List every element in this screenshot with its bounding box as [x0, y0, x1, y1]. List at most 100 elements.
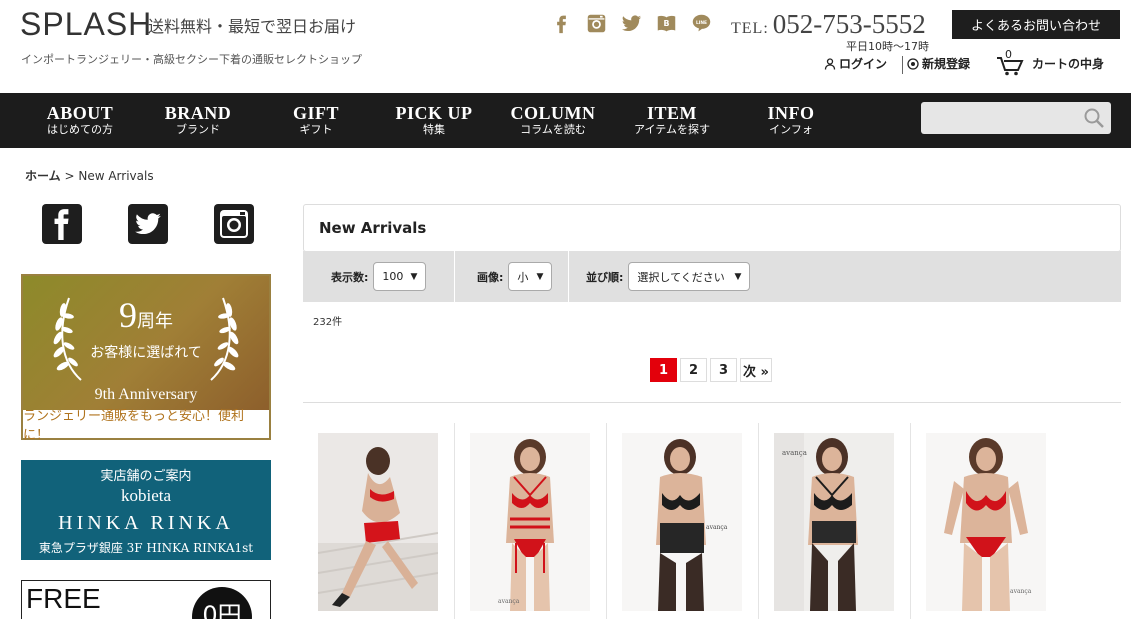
nav-item-item[interactable]: ITEM アイテムを探す	[629, 103, 715, 137]
anniversary-sub: お客様に選ばれて	[90, 345, 202, 361]
line-icon[interactable]: LINE	[691, 13, 712, 34]
chevron-down-icon: ▼	[536, 271, 544, 282]
register-link[interactable]: 新規登録	[907, 55, 970, 72]
breadcrumb-current: New Arrivals	[78, 169, 154, 183]
login-link[interactable]: ログイン	[824, 55, 887, 72]
nav-about-en: ABOUT	[46, 103, 114, 123]
user-icon	[824, 57, 836, 70]
sort-label: 並び順:	[586, 270, 624, 284]
hatena-bookmark-icon[interactable]: B	[656, 13, 677, 34]
nav-item-brand[interactable]: BRAND ブランド	[160, 103, 236, 137]
nav-column-jp: コラムを読む	[520, 123, 586, 136]
svg-text:avança: avança	[1010, 588, 1032, 595]
phone-number[interactable]: TEL: 052-753-5552	[731, 9, 926, 40]
nav-pickup-jp: 特集	[423, 123, 445, 136]
shop-banner[interactable]: 実店舗のご案内 kobieta HINKA RINKA 東急プラザ銀座 3F H…	[21, 460, 271, 560]
product-image[interactable]: avança	[926, 433, 1046, 611]
image-size-select[interactable]: 小 ▼	[508, 262, 553, 291]
free-text: FREE	[26, 583, 101, 614]
site-logo[interactable]: SPLASH	[20, 6, 152, 43]
nav-item-gift[interactable]: GIFT ギフト	[288, 103, 344, 137]
cart-link[interactable]: 0 カートの中身	[996, 48, 1104, 76]
nav-info-jp: インフォ	[769, 123, 813, 136]
product-card[interactable]: avança	[759, 423, 911, 619]
sort-value: 選択してください	[637, 270, 725, 284]
free-shipping-banner[interactable]: FREE 0円	[21, 580, 271, 619]
per-page-group: 表示数: 100 ▼	[331, 251, 427, 302]
register-label: 新規登録	[922, 57, 971, 71]
svg-text:avança: avança	[782, 449, 807, 457]
instagram-icon[interactable]	[214, 204, 254, 244]
nav-pickup-en: PICK UP	[395, 103, 473, 123]
nav-column-en: COLUMN	[510, 103, 596, 123]
anniversary-banner[interactable]: 9周年 お客様に選ばれて 9th Anniversary ランジェリー通販をもっ…	[21, 274, 271, 443]
breadcrumb-separator: >	[64, 169, 75, 183]
faq-button[interactable]: よくあるお問い合わせ	[952, 10, 1120, 39]
breadcrumb-home[interactable]: ホーム	[25, 169, 61, 183]
filter-separator	[454, 251, 455, 302]
result-count: 232件	[313, 317, 343, 328]
tel-number: 052-753-5552	[772, 9, 926, 39]
nav-item-pickup[interactable]: PICK UP 特集	[393, 103, 475, 137]
twitter-icon[interactable]	[128, 204, 168, 244]
instagram-icon[interactable]	[586, 13, 607, 34]
product-image[interactable]: avança	[622, 433, 742, 611]
anniversary-en: 9th Anniversary	[94, 386, 198, 403]
nav-about-jp: はじめての方	[47, 123, 113, 136]
sort-group: 並び順: 選択してください ▼	[586, 251, 751, 302]
nav-gift-en: GIFT	[292, 103, 339, 123]
product-image[interactable]	[318, 433, 438, 611]
product-card[interactable]: avança	[455, 423, 607, 619]
facebook-icon[interactable]	[551, 13, 572, 34]
product-image[interactable]: avança	[470, 433, 590, 611]
nav-brand-en: BRAND	[164, 103, 232, 123]
business-hours: 平日10時～17時	[846, 40, 929, 53]
section-divider	[303, 402, 1121, 403]
svg-text:avança: avança	[706, 524, 728, 531]
login-label: ログイン	[839, 57, 888, 71]
social-links: B LINE	[551, 13, 712, 34]
sort-select[interactable]: 選択してください ▼	[628, 262, 751, 291]
per-page-label: 表示数:	[331, 270, 369, 284]
register-icon	[907, 57, 919, 70]
nav-item-info[interactable]: INFO インフォ	[762, 103, 820, 137]
product-card[interactable]: avança	[607, 423, 759, 619]
main-nav: ABOUT はじめての方 BRAND ブランド GIFT ギフト PICK UP…	[0, 93, 1131, 148]
image-size-value: 小	[517, 270, 529, 284]
product-card[interactable]	[303, 423, 455, 619]
twitter-icon[interactable]	[621, 13, 642, 34]
breadcrumb: ホーム > New Arrivals	[25, 167, 154, 184]
anniversary-footer: ランジェリー通販をもっと安心！便利に！	[23, 409, 269, 443]
page-3[interactable]: 3	[710, 358, 737, 382]
nav-item-jp: アイテムを探す	[634, 123, 710, 136]
shop-line1: 実店舗のご案内	[100, 469, 192, 484]
anniversary-number: 9周年	[23, 294, 269, 336]
anniversary-digit: 9	[119, 295, 137, 335]
image-size-label: 画像:	[477, 270, 504, 284]
nav-item-en: ITEM	[646, 103, 697, 123]
tel-label: TEL:	[731, 20, 769, 37]
search-input[interactable]	[921, 102, 1111, 134]
search-icon[interactable]	[1083, 107, 1105, 129]
anniversary-unit: 周年	[137, 311, 173, 331]
site-header: SPLASH 送料無料・最短で翌日お届け インポートランジェリー・高級セクシー下…	[0, 0, 1131, 93]
per-page-select[interactable]: 100 ▼	[373, 262, 427, 291]
svg-text:avança: avança	[498, 598, 520, 605]
filter-separator	[568, 251, 569, 302]
chevron-down-icon: ▼	[734, 271, 742, 282]
product-card[interactable]: avança	[911, 423, 1063, 619]
nav-item-about[interactable]: ABOUT はじめての方	[45, 103, 115, 137]
tagline: 送料無料・最短で翌日お届け	[148, 17, 357, 36]
shop-line2: kobieta	[120, 486, 172, 505]
page-1[interactable]: 1	[650, 358, 677, 382]
nav-item-column[interactable]: COLUMN コラムを読む	[508, 103, 598, 137]
page-title-box: New Arrivals	[303, 204, 1121, 252]
page-title: New Arrivals	[319, 219, 427, 237]
page-next[interactable]: 次 »	[740, 358, 772, 382]
product-image[interactable]: avança	[774, 433, 894, 611]
free-circle: 0円	[192, 587, 252, 619]
shop-line3: HINKA RINKA	[58, 512, 234, 534]
chevron-down-icon: ▼	[410, 271, 418, 282]
page-2[interactable]: 2	[680, 358, 707, 382]
facebook-icon[interactable]	[42, 204, 82, 244]
